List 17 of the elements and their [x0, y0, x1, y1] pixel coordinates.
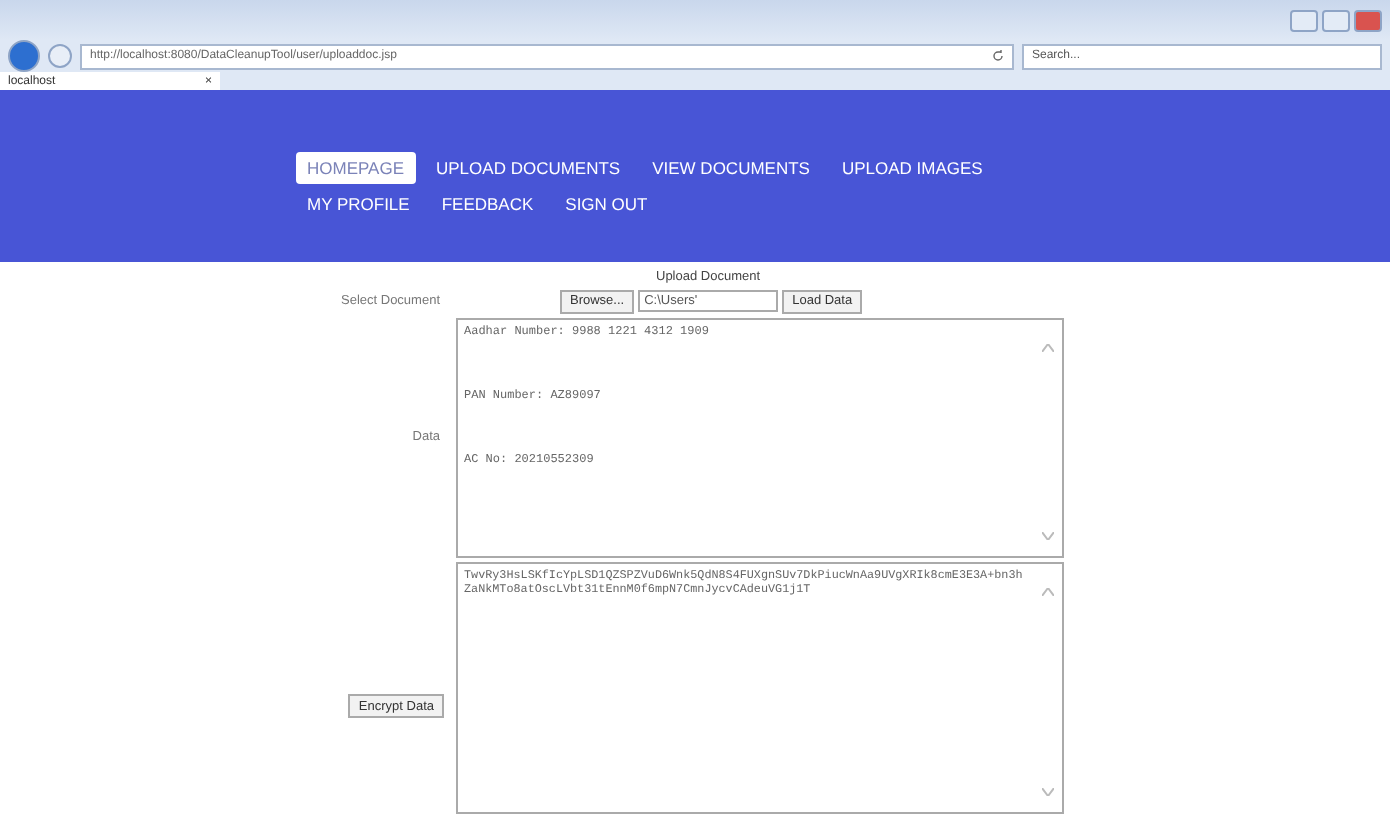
minimize-button[interactable] — [1290, 9, 1318, 31]
nav-link[interactable]: VIEW DOCUMENTS — [640, 152, 822, 184]
nav-link[interactable]: HOMEPAGE — [295, 152, 416, 184]
nav-link[interactable]: MY PROFILE — [295, 188, 422, 220]
back-button[interactable] — [8, 40, 40, 72]
nav-link[interactable]: FEEDBACK — [429, 188, 546, 220]
scroll-up-icon[interactable] — [1042, 588, 1054, 596]
refresh-icon[interactable] — [992, 50, 1004, 62]
nav-link[interactable]: UPLOAD DOCUMENTS — [424, 152, 633, 184]
nav-link[interactable]: SIGN OUT — [553, 188, 660, 220]
maximize-button[interactable] — [1322, 9, 1350, 31]
scroll-down-icon[interactable] — [1042, 788, 1054, 796]
nav-link[interactable]: UPLOAD IMAGES — [829, 152, 995, 184]
forward-button[interactable] — [48, 44, 72, 68]
scroll-up-icon[interactable] — [1042, 344, 1054, 352]
close-button[interactable] — [1354, 9, 1382, 31]
scroll-down-icon[interactable] — [1042, 532, 1054, 540]
